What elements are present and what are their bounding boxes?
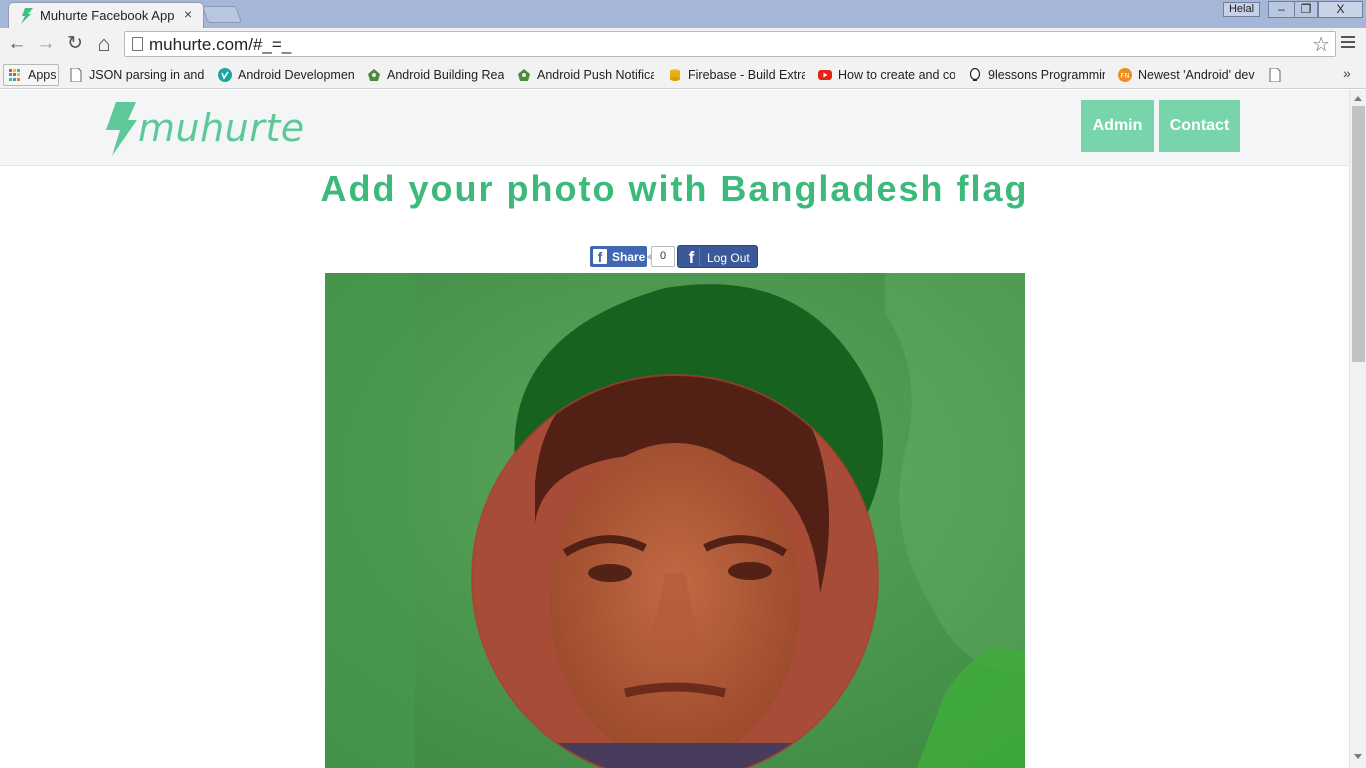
bookmark-apps[interactable]: Apps xyxy=(3,64,59,86)
bookmarks-bar: Apps JSON parsing in andro Android Devel… xyxy=(0,62,1366,89)
android-bug-icon xyxy=(368,69,380,81)
facebook-icon: f xyxy=(684,248,700,267)
facebook-share-button[interactable]: f Share xyxy=(590,246,647,267)
apps-grid-icon xyxy=(9,69,21,81)
site-header: muhurte Admin Contact xyxy=(0,90,1349,166)
site-logo[interactable]: muhurte xyxy=(104,100,304,156)
youtube-icon xyxy=(818,70,832,80)
tab-close-icon[interactable]: × xyxy=(184,6,192,22)
bookmark-label: Android Building Real xyxy=(387,68,504,82)
bookmark-label: Newest 'Android' dev xyxy=(1138,68,1255,82)
profile-photo-with-flag-overlay xyxy=(325,273,1025,768)
scrollbar-thumb[interactable] xyxy=(1352,106,1365,362)
share-count-badge: 0 xyxy=(647,246,675,267)
bookmark-label: 9lessons Programmin xyxy=(988,68,1105,82)
hamburger-menu-icon[interactable] xyxy=(1341,36,1355,50)
scroll-up-arrow-icon[interactable] xyxy=(1354,96,1362,101)
nav-admin-button[interactable]: Admin xyxy=(1081,100,1154,152)
minimize-button[interactable]: ‒ xyxy=(1268,1,1295,18)
star-icon[interactable]: ☆ xyxy=(1312,32,1330,57)
bookmark-label: Android Development xyxy=(238,68,355,82)
home-icon[interactable]: ⌂ xyxy=(93,33,115,55)
bookmark-android-development[interactable]: Android Development xyxy=(218,66,355,86)
more-bookmarks-chevron-icon[interactable]: » xyxy=(1343,65,1351,81)
page-icon xyxy=(70,68,82,82)
share-label: Share xyxy=(612,250,646,264)
page-viewport: muhurte Admin Contact Add your photo wit… xyxy=(0,90,1349,768)
photo-composite xyxy=(325,273,1025,768)
bookmark-android-building[interactable]: Android Building Real xyxy=(367,66,504,86)
browser-toolbar: ← → ↻ ⌂ muhurte.com/#_=_ ☆ xyxy=(0,28,1366,62)
vimeo-icon xyxy=(218,68,232,82)
forward-arrow-icon[interactable]: → xyxy=(35,33,57,55)
database-icon xyxy=(670,69,680,81)
page-title: Add your photo with Bangladesh flag xyxy=(320,168,1029,209)
facebook-logout-button[interactable]: f Log Out xyxy=(677,245,758,268)
fn-icon: FN xyxy=(1118,68,1132,82)
restore-button[interactable]: ❐ xyxy=(1294,1,1318,18)
vertical-scrollbar[interactable] xyxy=(1349,90,1366,768)
bookmark-untitled[interactable] xyxy=(1268,66,1284,86)
page-icon xyxy=(1269,68,1281,82)
bookmark-9lessons[interactable]: 9lessons Programmin xyxy=(968,66,1105,86)
logout-label: Log Out xyxy=(707,251,750,265)
reload-icon[interactable]: ↻ xyxy=(64,33,86,55)
address-bar[interactable]: muhurte.com/#_=_ ☆ xyxy=(124,31,1336,57)
close-window-button[interactable]: X xyxy=(1318,1,1363,18)
facebook-icon: f xyxy=(593,249,607,265)
lightbulb-icon xyxy=(969,68,981,81)
bookmark-json-parsing[interactable]: JSON parsing in andro xyxy=(69,66,205,86)
bookmark-android-push[interactable]: Android Push Notifica xyxy=(517,66,654,86)
bookmark-how-to-create[interactable]: How to create and co xyxy=(818,66,955,86)
page-icon xyxy=(132,37,143,51)
bookmark-newest-android[interactable]: FN Newest 'Android' dev xyxy=(1118,66,1255,86)
nav-contact-button[interactable]: Contact xyxy=(1159,100,1240,152)
browser-tab-active[interactable]: Muhurte Facebook App × xyxy=(8,2,204,28)
bookmark-label: Android Push Notifica xyxy=(537,68,654,82)
muhurte-bolt-icon xyxy=(21,8,33,24)
new-tab-button[interactable] xyxy=(201,6,243,23)
bookmark-label: Firebase - Build Extrao xyxy=(688,68,805,82)
android-bug-icon xyxy=(518,69,530,81)
url-text[interactable]: muhurte.com/#_=_ xyxy=(149,35,291,55)
scroll-down-arrow-icon[interactable] xyxy=(1354,754,1362,759)
bookmark-firebase[interactable]: Firebase - Build Extrao xyxy=(668,66,805,86)
tab-title: Muhurte Facebook App xyxy=(40,8,175,23)
bookmark-label: How to create and co xyxy=(838,68,955,82)
svg-text:FN: FN xyxy=(1120,72,1129,80)
browser-title-bar: Muhurte Facebook App × Helal ‒ ❐ X xyxy=(0,0,1366,28)
bookmark-label: Apps xyxy=(28,68,57,82)
bookmark-label: JSON parsing in andro xyxy=(89,68,205,82)
profile-badge[interactable]: Helal xyxy=(1223,2,1260,17)
back-arrow-icon[interactable]: ← xyxy=(6,33,28,55)
logo-text: muhurte xyxy=(138,106,305,150)
